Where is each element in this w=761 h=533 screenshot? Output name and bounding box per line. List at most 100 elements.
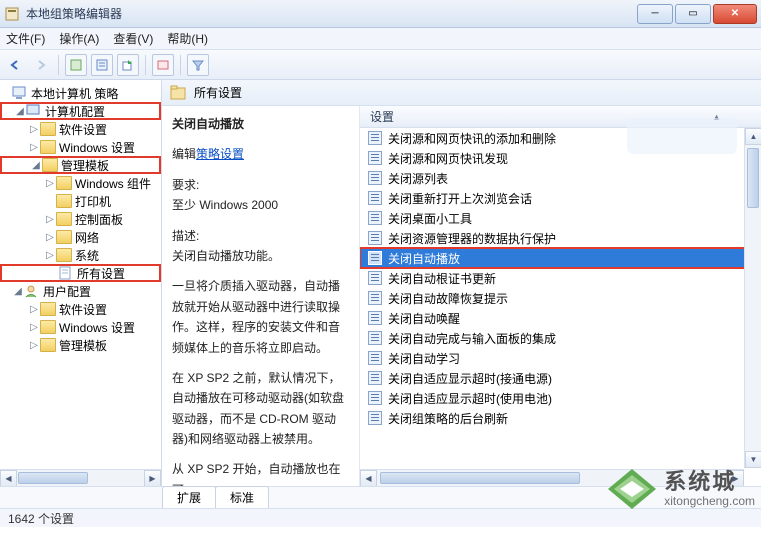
list-row[interactable]: 关闭自适应显示超时(接通电源) xyxy=(360,368,761,388)
req-label: 要求: xyxy=(172,175,349,195)
tree-system[interactable]: ▷系统 xyxy=(0,246,161,264)
tab-extended[interactable]: 扩展 xyxy=(162,486,216,508)
toolbar-btn-4[interactable] xyxy=(152,54,174,76)
desc-text: 关闭自动播放功能。 xyxy=(172,246,349,266)
policy-icon xyxy=(368,391,382,405)
desc-label: 描述: xyxy=(172,226,349,246)
policy-icon xyxy=(368,231,382,245)
edit-label: 编辑 xyxy=(172,147,196,161)
policy-icon xyxy=(368,371,382,385)
list-row-label: 关闭自适应显示超时(接通电源) xyxy=(388,370,552,387)
policy-icon xyxy=(368,311,382,325)
list-row[interactable]: 关闭自动播放 xyxy=(360,248,761,268)
desc-paragraph-2: 在 XP SP2 之前，默认情况下，自动播放在可移动驱动器(如软盘驱动器，而不是… xyxy=(172,368,349,450)
list-row-label: 关闭自动完成与输入面板的集成 xyxy=(388,330,556,347)
tab-standard[interactable]: 标准 xyxy=(215,486,269,508)
list-row[interactable]: 关闭资源管理器的数据执行保护 xyxy=(360,228,761,248)
menu-bar: 文件(F) 操作(A) 查看(V) 帮助(H) xyxy=(0,28,761,50)
right-header: 所有设置 xyxy=(162,80,761,106)
toolbar xyxy=(0,50,761,80)
list-row-label: 关闭自动根证书更新 xyxy=(388,270,496,287)
title-bar: 本地组策略编辑器 ─ ▭ ✕ xyxy=(0,0,761,28)
list-row[interactable]: 关闭自动故障恢复提示 xyxy=(360,288,761,308)
tree-software-settings[interactable]: ▷软件设置 xyxy=(0,120,161,138)
redaction-smudge xyxy=(627,118,737,154)
tree-windows-settings[interactable]: ▷Windows 设置 xyxy=(0,138,161,156)
desc-title: 关闭自动播放 xyxy=(172,114,349,134)
menu-help[interactable]: 帮助(H) xyxy=(167,30,208,47)
window-title: 本地组策略编辑器 xyxy=(26,5,637,22)
filter-button[interactable] xyxy=(187,54,209,76)
toolbar-btn-1[interactable] xyxy=(65,54,87,76)
list-row-label: 关闭自动播放 xyxy=(388,250,460,267)
folder-icon xyxy=(170,85,188,101)
tree-computer-config[interactable]: ◢计算机配置 xyxy=(0,102,161,120)
list-row[interactable]: 关闭桌面小工具 xyxy=(360,208,761,228)
list-scrollbar-v[interactable]: ▲ ▼ xyxy=(744,128,761,468)
menu-view[interactable]: 查看(V) xyxy=(113,30,153,47)
policy-icon xyxy=(368,171,382,185)
list-row-label: 关闭源列表 xyxy=(388,170,448,187)
list-row-label: 关闭自动故障恢复提示 xyxy=(388,290,508,307)
desc-paragraph-1: 一旦将介质插入驱动器，自动播放就开始从驱动器中进行读取操作。这样，程序的安装文件… xyxy=(172,276,349,358)
toolbar-btn-2[interactable] xyxy=(91,54,113,76)
desc-paragraph-3: 从 XP SP2 开始，自动播放也在可 xyxy=(172,459,349,486)
list-row-label: 关闭自动学习 xyxy=(388,350,460,367)
tree-user-config[interactable]: ◢用户配置 xyxy=(0,282,161,300)
policy-icon xyxy=(368,351,382,365)
description-pane: 关闭自动播放 编辑策略设置 要求: 至少 Windows 2000 描述: 关闭… xyxy=(162,106,360,486)
list-row[interactable]: 关闭组策略的后台刷新 xyxy=(360,408,761,428)
policy-icon xyxy=(368,411,382,425)
list-row[interactable]: 关闭自动唤醒 xyxy=(360,308,761,328)
list-row[interactable]: 关闭源列表 xyxy=(360,168,761,188)
policy-icon xyxy=(368,191,382,205)
policy-icon xyxy=(368,331,382,345)
forward-button[interactable] xyxy=(30,54,52,76)
tree-network[interactable]: ▷网络 xyxy=(0,228,161,246)
list-row-label: 关闭组策略的后台刷新 xyxy=(388,410,508,427)
list-row-label: 关闭自适应显示超时(使用电池) xyxy=(388,390,552,407)
req-text: 至少 Windows 2000 xyxy=(172,195,349,215)
tree-scrollbar-h[interactable]: ◀ ▶ xyxy=(0,469,161,486)
list-row[interactable]: 关闭自动完成与输入面板的集成 xyxy=(360,328,761,348)
list-row[interactable]: 关闭自适应显示超时(使用电池) xyxy=(360,388,761,408)
toolbar-export-button[interactable] xyxy=(117,54,139,76)
menu-file[interactable]: 文件(F) xyxy=(6,30,45,47)
menu-action[interactable]: 操作(A) xyxy=(59,30,99,47)
policy-icon xyxy=(368,271,382,285)
list-row-label: 关闭源和网页快讯的添加和删除 xyxy=(388,130,556,147)
minimize-button[interactable]: ─ xyxy=(637,4,673,24)
back-button[interactable] xyxy=(4,54,26,76)
tree-user-software[interactable]: ▷软件设置 xyxy=(0,300,161,318)
policy-icon xyxy=(368,251,382,265)
watermark-en: xitongcheng.com xyxy=(664,495,755,508)
right-header-title: 所有设置 xyxy=(194,84,242,101)
watermark-cn: 系统城 xyxy=(664,470,755,494)
edit-policy-link[interactable]: 策略设置 xyxy=(196,147,244,161)
tree-all-settings[interactable]: 所有设置 xyxy=(0,264,161,282)
tree-user-admin[interactable]: ▷管理模板 xyxy=(0,336,161,354)
list-row[interactable]: 关闭自动根证书更新 xyxy=(360,268,761,288)
list-row-label: 关闭资源管理器的数据执行保护 xyxy=(388,230,556,247)
policy-icon xyxy=(368,291,382,305)
tree-user-windows[interactable]: ▷Windows 设置 xyxy=(0,318,161,336)
settings-list-pane: 设置 ▲ 关闭源和网页快讯的添加和删除关闭源和网页快讯发现关闭源列表关闭重新打开… xyxy=(360,106,761,486)
policy-icon xyxy=(368,211,382,225)
tree-pane: 本地计算机 策略 ◢计算机配置 ▷软件设置 ▷Windows 设置 ◢管理模板 … xyxy=(0,80,162,486)
app-icon xyxy=(4,6,20,22)
tree-control-panel[interactable]: ▷控制面板 xyxy=(0,210,161,228)
tree-root[interactable]: 本地计算机 策略 xyxy=(0,84,161,102)
policy-icon xyxy=(368,151,382,165)
tree-admin-templates[interactable]: ◢管理模板 xyxy=(0,156,161,174)
list-row[interactable]: 关闭重新打开上次浏览会话 xyxy=(360,188,761,208)
watermark: 系统城 xitongcheng.com xyxy=(606,467,755,511)
tree-win-components[interactable]: ▷Windows 组件 xyxy=(0,174,161,192)
close-button[interactable]: ✕ xyxy=(713,4,757,24)
maximize-button[interactable]: ▭ xyxy=(675,4,711,24)
tree-printer[interactable]: 打印机 xyxy=(0,192,161,210)
watermark-logo-icon xyxy=(606,467,658,511)
list-row-label: 关闭自动唤醒 xyxy=(388,310,460,327)
list-row-label: 关闭源和网页快讯发现 xyxy=(388,150,508,167)
list-row-label: 关闭桌面小工具 xyxy=(388,210,472,227)
list-row[interactable]: 关闭自动学习 xyxy=(360,348,761,368)
